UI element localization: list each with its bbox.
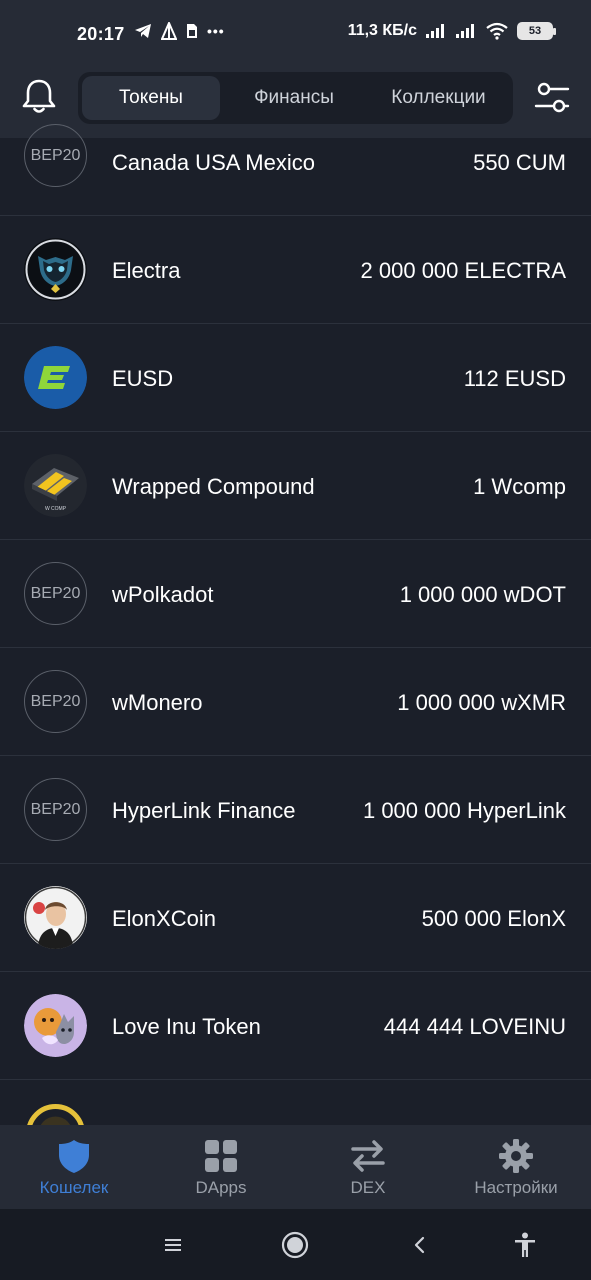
token-name: Love Inu Token xyxy=(112,1014,261,1039)
bep20-placeholder-icon: BEP20 xyxy=(24,124,87,187)
token-row[interactable]: BEP20 wPolkadot 1 000 000 wDOT xyxy=(0,540,591,648)
loveinu-logo-icon xyxy=(24,994,87,1057)
token-row[interactable]: W COMP Wrapped Compound 1 Wcomp xyxy=(0,432,591,540)
token-row[interactable]: Electra 2 000 000 ELECTRA xyxy=(0,216,591,324)
menu-icon xyxy=(165,1239,181,1251)
nav-label: DApps xyxy=(195,1178,247,1197)
wcomp-logo-icon: W COMP xyxy=(24,454,87,517)
grid-icon xyxy=(205,1140,237,1172)
signal-icon xyxy=(426,24,444,38)
nav-dex[interactable]: DEX xyxy=(308,1125,428,1209)
bottom-navigation: Кошелек DApps DEX Настройки xyxy=(0,1125,591,1209)
accessibility-icon xyxy=(515,1232,535,1257)
token-amount: 1 000 000 wXMR xyxy=(397,690,566,715)
token-amount: 1 Wcomp xyxy=(473,474,566,499)
token-name: Electra xyxy=(112,258,181,283)
electra-logo-icon xyxy=(24,238,87,301)
token-amount: 2 000 000 ELECTRA xyxy=(360,258,566,283)
sim-card-icon xyxy=(187,24,197,38)
notification-icons: ••• xyxy=(134,22,225,40)
more-indicator: ••• xyxy=(207,23,225,39)
token-amount: 1 000 000 wDOT xyxy=(399,582,566,607)
nav-label: DEX xyxy=(350,1178,386,1197)
network-speed: 11,3 КБ/с xyxy=(347,22,417,39)
token-name: HyperLink Finance xyxy=(112,798,296,823)
accessibility-button[interactable] xyxy=(509,1229,541,1261)
battery-indicator: 53 xyxy=(517,22,556,40)
recents-button[interactable] xyxy=(157,1229,189,1261)
token-row[interactable]: BEP20 HyperLink Finance 1 000 000 HyperL… xyxy=(0,756,591,864)
system-status: 11,3 КБ/с 53 xyxy=(347,22,556,40)
elonx-logo-icon xyxy=(24,886,87,949)
signal-icon-2 xyxy=(456,24,474,38)
token-row[interactable]: BEP20 wMonero 1 000 000 wXMR xyxy=(0,648,591,756)
vpn-icon xyxy=(161,22,177,40)
token-logo-icon xyxy=(24,1102,87,1125)
token-row[interactable]: Love Inu Token 444 444 LOVEINU xyxy=(0,972,591,1080)
token-amount: 112 EUSD xyxy=(463,366,566,391)
home-circle-icon xyxy=(281,1231,309,1259)
gear-icon xyxy=(499,1139,533,1173)
token-name: Wrapped Compound xyxy=(112,474,315,499)
bep20-placeholder-icon: BEP20 xyxy=(24,670,87,733)
bep20-placeholder-icon: BEP20 xyxy=(24,778,87,841)
token-amount: 1 000 000 HyperLink xyxy=(362,798,566,823)
token-name: Canada USA Mexico xyxy=(112,150,315,175)
telegram-icon xyxy=(135,24,151,38)
nav-label: Кошелек xyxy=(39,1178,109,1197)
back-chevron-icon xyxy=(414,1236,425,1254)
nav-wallet[interactable]: Кошелек xyxy=(14,1125,134,1209)
token-name: wPolkadot xyxy=(112,582,214,607)
token-name: EUSD xyxy=(112,366,174,391)
token-name: ElonXCoin xyxy=(112,906,216,931)
nav-dapps[interactable]: DApps xyxy=(161,1125,281,1209)
nav-settings[interactable]: Настройки xyxy=(456,1125,576,1209)
back-button[interactable] xyxy=(404,1229,436,1261)
token-list: BEP20 Canada USA Mexico 550 CUM Electra … xyxy=(0,108,591,1125)
nav-label: Настройки xyxy=(474,1178,558,1197)
token-name: wMonero xyxy=(112,690,203,715)
svg-text:W COMP: W COMP xyxy=(45,506,67,512)
system-navigation-bar xyxy=(0,1209,591,1280)
token-row[interactable]: BEP20 Canada USA Mexico 550 CUM xyxy=(0,108,591,216)
status-bar: 20:17 ••• 11,3 КБ/с 53 xyxy=(0,0,591,70)
swap-arrows-icon xyxy=(351,1140,385,1172)
eusd-logo-icon xyxy=(24,346,87,409)
bep20-placeholder-icon: BEP20 xyxy=(24,562,87,625)
status-time: 20:17 xyxy=(77,24,125,44)
token-amount: 500 000 ElonX xyxy=(421,906,566,931)
wifi-icon xyxy=(486,22,508,40)
token-amount: 550 CUM xyxy=(473,150,566,175)
token-row[interactable] xyxy=(0,1080,591,1125)
token-row[interactable]: ElonXCoin 500 000 ElonX xyxy=(0,864,591,972)
home-button[interactable] xyxy=(279,1229,311,1261)
shield-icon xyxy=(59,1140,89,1173)
token-amount: 444 444 LOVEINU xyxy=(383,1014,566,1039)
token-row[interactable]: EUSD 112 EUSD xyxy=(0,324,591,432)
